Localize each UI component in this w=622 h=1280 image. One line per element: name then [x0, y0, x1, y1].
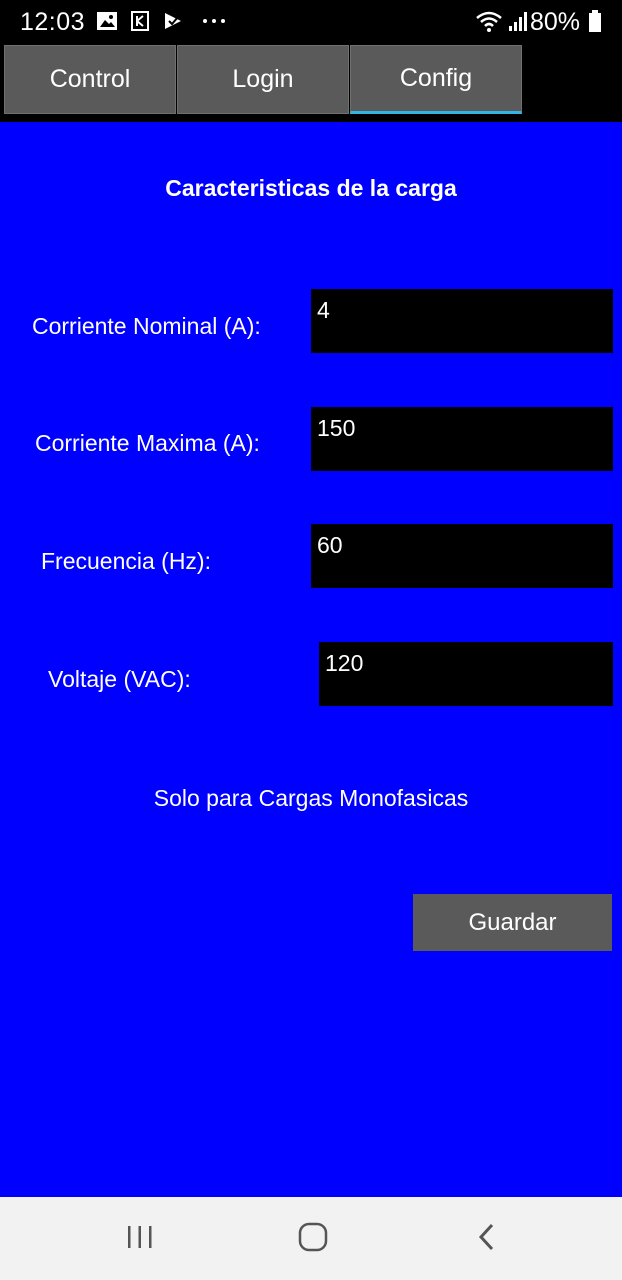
save-button[interactable]: Guardar	[413, 894, 612, 951]
signal-icon	[507, 10, 529, 32]
tab-control[interactable]: Control	[4, 45, 176, 114]
more-dots-icon	[202, 10, 226, 32]
label-corriente-nominal: Corriente Nominal (A):	[32, 313, 261, 339]
tab-config[interactable]: Config	[350, 45, 522, 114]
back-icon[interactable]	[457, 1217, 517, 1257]
label-frecuencia: Frecuencia (Hz):	[41, 548, 211, 574]
nav-bar	[0, 1197, 622, 1280]
label-voltaje: Voltaje (VAC):	[48, 666, 191, 692]
input-voltaje[interactable]: 120	[319, 642, 613, 706]
page-title: Caracteristicas de la carga	[165, 175, 457, 201]
recent-apps-icon[interactable]	[110, 1217, 170, 1257]
input-corriente-nominal[interactable]: 4	[311, 289, 613, 353]
k-app-icon	[131, 10, 149, 32]
battery-icon	[588, 10, 602, 32]
status-bar: 12:03 80%	[0, 0, 622, 44]
play-check-icon	[163, 10, 185, 32]
tab-bar: Control Login Config	[0, 44, 622, 122]
input-corriente-maxima[interactable]: 150	[311, 407, 613, 471]
wifi-icon	[475, 10, 503, 32]
monofasica-note: Solo para Cargas Monofasicas	[153, 785, 469, 811]
input-frecuencia[interactable]: 60	[311, 524, 613, 588]
battery-percent: 80%	[529, 8, 580, 36]
image-icon	[96, 10, 118, 32]
tab-login[interactable]: Login	[177, 45, 349, 114]
config-panel: Caracteristicas de la carga Corriente No…	[0, 122, 622, 1197]
label-corriente-maxima: Corriente Maxima (A):	[35, 430, 260, 456]
home-icon[interactable]	[283, 1217, 343, 1257]
status-time: 12:03	[20, 8, 86, 36]
